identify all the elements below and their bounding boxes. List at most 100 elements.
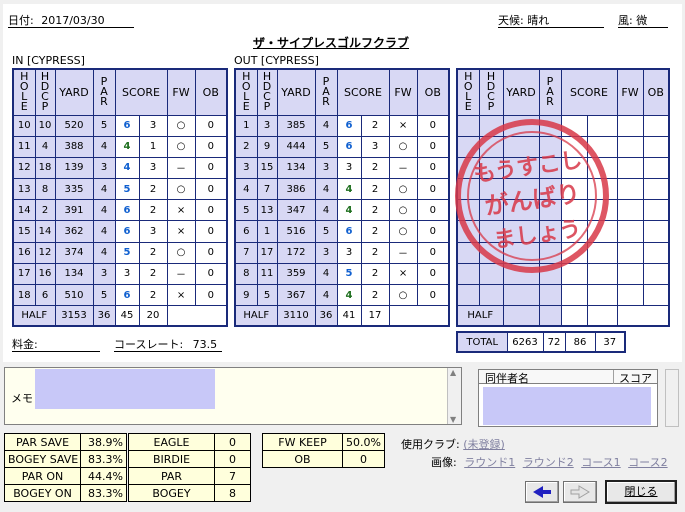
fw-cell: － — [388, 241, 418, 264]
course-rate-value: 73.5 — [192, 338, 218, 351]
table-row: 5 13 347 4 4 2 ○ 0 — [234, 199, 450, 222]
ob-cell: 0 — [194, 114, 228, 137]
prev-button[interactable] — [525, 481, 559, 503]
stat-value: 44.4% — [80, 467, 127, 485]
ob-cell — [642, 156, 670, 180]
ob-cell: 0 — [194, 262, 228, 286]
image-link-round1[interactable]: ラウンド1 — [464, 456, 515, 469]
in-half-putt: 20 — [138, 305, 168, 327]
encouragement-stamp: もうすこし がんばり ましょう — [455, 119, 609, 273]
fw-cell: － — [388, 156, 418, 180]
score-cell: 4 — [336, 283, 362, 307]
image-link-course2[interactable]: コース2 — [628, 456, 667, 469]
hole-cell: 1 — [234, 114, 258, 137]
scroll-down-icon[interactable]: ▼ — [450, 415, 456, 424]
hole-cell: 3 — [234, 156, 258, 180]
memo-input[interactable] — [35, 369, 215, 409]
hole-cell — [456, 283, 480, 307]
fw-cell — [616, 283, 644, 307]
ob-cell — [642, 241, 670, 264]
score-cell: 5 — [336, 262, 362, 286]
hole-cell: 5 — [234, 199, 258, 222]
score-cell: 4 — [336, 178, 362, 201]
fw-cell: ○ — [166, 241, 196, 264]
stat-row: PAR ON 44.4% — [4, 467, 127, 485]
close-button[interactable]: 閉じる — [605, 480, 677, 504]
score-cell: 6 — [114, 283, 140, 307]
ob-cell: 0 — [194, 283, 228, 307]
fw-cell: － — [166, 156, 196, 180]
score-cell: 6 — [114, 114, 140, 137]
hdcp-cell — [478, 283, 504, 307]
par-cell: 5 — [314, 220, 338, 243]
score-cell: 6 — [114, 220, 140, 243]
fw-cell — [616, 114, 644, 137]
hdcp-cell: 2 — [34, 199, 56, 222]
ob-cell: 0 — [416, 156, 450, 180]
stat-label: PAR SAVE — [4, 433, 81, 451]
fw-cell — [616, 241, 644, 264]
in-score-table: HOLE HDCP YARD PAR SCORE FW OB 10 10 520 5 6… — [12, 68, 229, 327]
yard-cell: 359 — [276, 262, 316, 286]
companions-list[interactable]: 同伴者名 スコア — [478, 369, 658, 427]
fw-cell — [616, 262, 644, 286]
third-half-score — [560, 305, 588, 327]
table-row: 11 4 388 4 4 1 ○ 0 — [12, 135, 228, 158]
fw-cell: ○ — [388, 283, 418, 307]
hole-cell: 9 — [234, 283, 258, 307]
total-par: 72 — [542, 331, 566, 353]
companion-score-header[interactable]: スコア — [619, 370, 652, 386]
in-half-blank — [167, 305, 196, 326]
companions-selection[interactable] — [483, 387, 651, 425]
stat-row: BOGEY SAVE 83.3% — [4, 450, 127, 468]
putt-cell: 2 — [138, 262, 168, 286]
putt-cell: 3 — [138, 156, 168, 180]
score-cell: 4 — [336, 199, 362, 222]
hole-cell: 14 — [12, 199, 36, 222]
hdcp-cell: 10 — [34, 114, 56, 137]
image-link-round2[interactable]: ラウンド2 — [523, 456, 574, 469]
in-half-label: HALF — [12, 305, 56, 327]
par-cell: 4 — [92, 178, 116, 201]
out-half-blank — [389, 305, 418, 326]
table-row: 17 16 134 3 3 2 － 0 — [12, 262, 228, 286]
third-half-label: HALF — [456, 305, 504, 327]
par-cell: 5 — [92, 283, 116, 307]
fee-field: 料金: — [12, 336, 100, 352]
image-link-course1[interactable]: コース1 — [581, 456, 620, 469]
companions-scrollbar[interactable] — [665, 369, 679, 427]
club-link[interactable]: (未登録) — [463, 438, 505, 451]
out-score-table: HOLE HDCP YARD PAR SCORE FW OB 1 3 385 4 6 2 ×… — [234, 68, 451, 327]
total-score: 86 — [564, 331, 596, 353]
in-half-score: 45 — [114, 305, 140, 327]
putt-cell: 2 — [360, 178, 390, 201]
yard-cell: 510 — [54, 283, 94, 307]
par-cell: 4 — [92, 220, 116, 243]
col-hole: HOLE — [234, 68, 258, 116]
stats-counts: EAGLE 0 BIRDIE 0 PAR 7 BOGEY 8 — [128, 433, 251, 502]
ob-cell: 0 — [194, 199, 228, 222]
par-cell: 3 — [314, 241, 338, 264]
companion-name-header[interactable]: 同伴者名 — [485, 370, 529, 386]
putt-cell: 2 — [138, 283, 168, 307]
hdcp-cell: 15 — [256, 156, 278, 180]
next-button[interactable] — [563, 481, 597, 503]
hole-cell: 8 — [234, 262, 258, 286]
stat-label: OB — [262, 450, 343, 468]
memo-scrollbar[interactable]: ▲ ▼ — [447, 368, 461, 424]
table-row — [456, 283, 670, 307]
date-field: 日付: 2017/03/30 — [8, 12, 134, 28]
third-half-blank2 — [643, 305, 670, 326]
score-cell: 6 — [114, 199, 140, 222]
hole-cell: 7 — [234, 241, 258, 264]
total-putt: 37 — [594, 331, 626, 353]
yard-cell: 367 — [276, 283, 316, 307]
scroll-up-icon[interactable]: ▲ — [450, 368, 456, 377]
yard-cell: 516 — [276, 220, 316, 243]
stat-value: 8 — [214, 484, 251, 502]
wind-label: 風: — [618, 14, 633, 27]
fw-cell — [616, 178, 644, 201]
hdcp-cell: 9 — [256, 135, 278, 158]
par-cell: 4 — [92, 135, 116, 158]
arrow-right-icon — [570, 485, 590, 499]
